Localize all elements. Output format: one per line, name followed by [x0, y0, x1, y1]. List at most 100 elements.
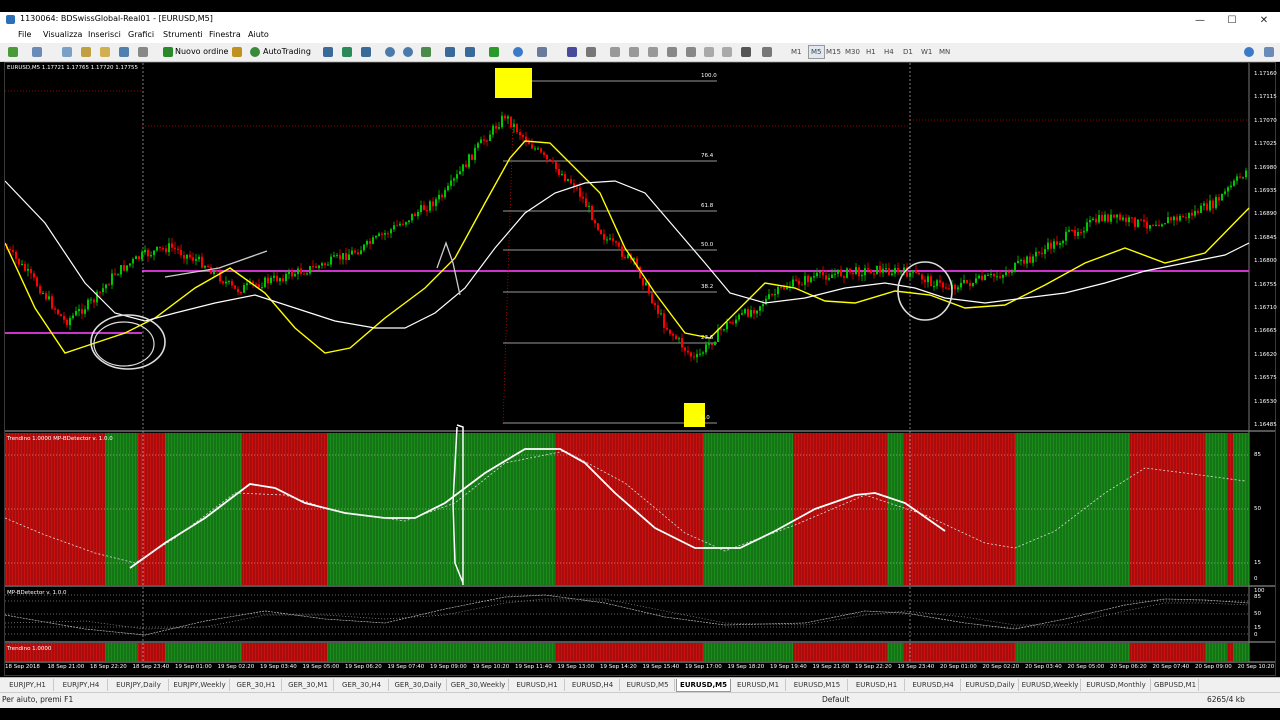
timeframe-m15[interactable]: M15 [826, 46, 841, 58]
chart-canvas[interactable] [5, 63, 1275, 675]
bull-candle [588, 205, 590, 207]
drawn-stroke [164, 241, 461, 296]
time-label: 19 Sep 05:00 [302, 664, 340, 670]
minimize-button[interactable]: — [1185, 13, 1215, 28]
navigator-icon[interactable] [100, 47, 110, 57]
chart-tab[interactable]: GER_30,H1 [231, 679, 282, 691]
market-watch-icon[interactable] [62, 47, 72, 57]
strategy-tester-icon[interactable] [138, 47, 148, 57]
bar-chart-icon[interactable] [323, 47, 333, 57]
indicators-icon[interactable] [489, 47, 499, 57]
bear-candle [1050, 242, 1052, 249]
chart-tab[interactable]: EURUSD,M15 [787, 679, 848, 691]
chart-tab[interactable]: GER_30,Daily [390, 679, 447, 691]
menu-insert[interactable]: Inserisci [88, 30, 121, 39]
chart-tab[interactable]: EURJPY,H1 [2, 679, 54, 691]
menu-charts[interactable]: Grafici [128, 30, 154, 39]
chart-tab[interactable]: GER_30,Weekly [448, 679, 509, 691]
crosshair-icon[interactable] [586, 47, 596, 57]
autoscroll-icon[interactable] [465, 47, 475, 57]
menu-window[interactable]: Finestra [209, 30, 241, 39]
chart-window[interactable]: EURUSD,M5 1.17721 1.17765 1.17720 1.1775… [4, 62, 1277, 676]
line-chart-icon[interactable] [361, 47, 371, 57]
maximize-button[interactable]: ☐ [1217, 13, 1247, 28]
chart-tab[interactable]: EURJPY,Daily [109, 679, 169, 691]
zoom-out-icon[interactable] [403, 47, 413, 57]
timeframe-w1[interactable]: W1 [921, 46, 932, 58]
bull-candle [363, 244, 365, 251]
new-chart-icon[interactable] [8, 47, 18, 57]
bull-candle [708, 343, 710, 345]
new-order-button[interactable]: Nuovo ordine [175, 46, 228, 58]
menu-view[interactable]: Visualizza [43, 30, 82, 39]
bear-candle [267, 277, 269, 284]
timeframe-m1[interactable]: M1 [791, 46, 802, 58]
indicator2-scale-label: 50 [1254, 611, 1261, 617]
chart-tab[interactable]: EURUSD,Daily [962, 679, 1019, 691]
menu-help[interactable]: Aiuto [248, 30, 269, 39]
timeframe-m5[interactable]: M5 [808, 45, 825, 59]
bull-candle [933, 286, 935, 288]
cursor-icon[interactable] [567, 47, 577, 57]
chat-icon[interactable] [1264, 47, 1274, 57]
chart-tab-active[interactable]: EURUSD,M5 [676, 679, 731, 692]
bull-candle [1227, 187, 1229, 192]
status-profile[interactable]: Default [822, 695, 849, 704]
bull-candle [513, 124, 515, 127]
chart-tab[interactable]: EURUSD,H4 [906, 679, 961, 691]
chart-tab[interactable]: EURUSD,H1 [849, 679, 905, 691]
timeframe-d1[interactable]: D1 [903, 46, 913, 58]
chart-tab[interactable]: EURUSD,Monthly [1082, 679, 1151, 691]
vertical-line-icon[interactable] [610, 47, 620, 57]
chart-tab[interactable]: GBPUSD,M1 [1152, 679, 1199, 691]
bear-candle [867, 268, 869, 270]
bear-candle [897, 267, 899, 273]
profiles-icon[interactable] [32, 47, 42, 57]
timeframe-m30[interactable]: M30 [845, 46, 860, 58]
bear-candle [1008, 272, 1010, 274]
search-icon[interactable] [1244, 47, 1254, 57]
chart-tab[interactable]: EURUSD,M1 [731, 679, 786, 691]
text-icon[interactable] [704, 47, 714, 57]
chart-tab[interactable]: GER_30,M1 [283, 679, 334, 691]
bull-candle [714, 341, 716, 345]
autotrading-button[interactable]: AutoTrading [263, 46, 311, 58]
trendline-icon[interactable] [648, 47, 658, 57]
bull-candle [882, 268, 884, 273]
price-label: 1.17070 [1254, 117, 1277, 124]
menu-file[interactable]: File [18, 30, 31, 39]
chart-tab[interactable]: EURUSD,H1 [510, 679, 565, 691]
fibonacci-icon[interactable] [686, 47, 696, 57]
chart-tab[interactable]: EURJPY,Weekly [170, 679, 230, 691]
terminal-icon[interactable] [119, 47, 129, 57]
metaeditor-icon[interactable] [232, 47, 242, 57]
arrows-icon[interactable] [741, 47, 751, 57]
menu-tools[interactable]: Strumenti [163, 30, 203, 39]
bull-candle [399, 223, 401, 226]
bull-candle [156, 246, 158, 251]
shapes-icon[interactable] [762, 47, 772, 57]
data-window-icon[interactable] [81, 47, 91, 57]
periods-icon[interactable] [513, 47, 523, 57]
time-label: 20 Sep 01:00 [940, 664, 977, 670]
candlestick-icon[interactable] [342, 47, 352, 57]
timeframe-h4[interactable]: H4 [884, 46, 894, 58]
close-button[interactable]: ✕ [1249, 13, 1279, 28]
bear-candle [234, 285, 236, 289]
horizontal-line-icon[interactable] [629, 47, 639, 57]
timeframe-mn[interactable]: MN [939, 46, 950, 58]
tile-windows-icon[interactable] [421, 47, 431, 57]
bull-candle [957, 287, 959, 290]
timeframe-h1[interactable]: H1 [866, 46, 876, 58]
templates-icon[interactable] [537, 47, 547, 57]
chart-tab[interactable]: GER_30,H4 [335, 679, 389, 691]
chart-tab[interactable]: EURUSD,Weekly [1020, 679, 1081, 691]
chart-shift-icon[interactable] [445, 47, 455, 57]
chart-tab[interactable]: EURUSD,H4 [566, 679, 620, 691]
chart-tab[interactable]: EURUSD,M5 [621, 679, 675, 691]
text-label-icon[interactable] [722, 47, 732, 57]
channel-icon[interactable] [667, 47, 677, 57]
time-label: 19 Sep 07:40 [387, 664, 425, 670]
zoom-in-icon[interactable] [385, 47, 395, 57]
chart-tab[interactable]: EURJPY,H4 [55, 679, 108, 691]
